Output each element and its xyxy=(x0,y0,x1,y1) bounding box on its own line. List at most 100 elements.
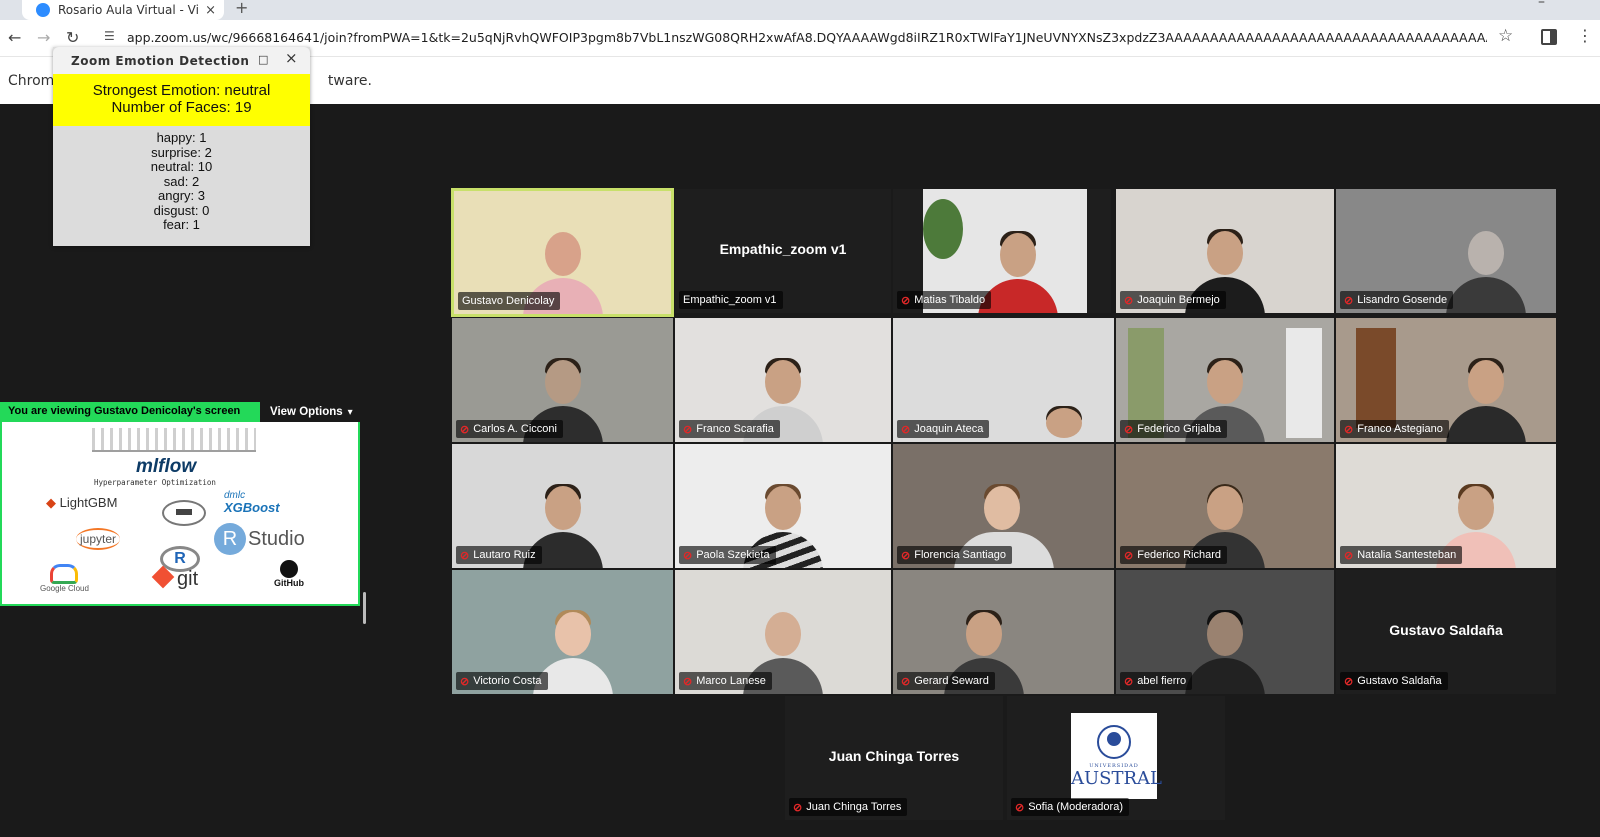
git-logo: git xyxy=(151,565,198,591)
close-icon[interactable]: × xyxy=(285,49,298,67)
participant-name: ⊘ Matias Tibaldo xyxy=(897,291,992,309)
muted-mic-icon: ⊘ xyxy=(683,675,693,688)
view-options-button[interactable]: View Options ▾ xyxy=(260,402,360,422)
participant-name: ⊘ Victorio Costa xyxy=(456,672,548,690)
strongest-emotion-text: Strongest Emotion: neutral xyxy=(92,82,271,99)
view-options-label: View Options xyxy=(270,406,343,418)
participant-name: ⊘ Carlos A. Cicconi xyxy=(456,420,563,438)
chrome-menu-icon[interactable]: ⋮ xyxy=(1577,26,1593,45)
muted-mic-icon: ⊘ xyxy=(1124,675,1134,688)
logo-tile-sofia-moderadora[interactable]: UNIVERSIDAD AUSTRAL ⊘ Sofia (Moderadora) xyxy=(1006,695,1226,821)
site-settings-icon[interactable]: ☰ xyxy=(104,29,118,43)
universidad-austral-logo: UNIVERSIDAD AUSTRAL xyxy=(1071,713,1163,799)
forward-arrow-icon[interactable]: → xyxy=(37,28,50,47)
participant-display-name: Empathic_zoom v1 xyxy=(719,241,847,257)
tab-close-icon[interactable]: × xyxy=(205,3,216,18)
video-tile-matias-tibaldo[interactable]: ⊘ Matias Tibaldo xyxy=(892,188,1112,314)
video-tile-florencia-santiago[interactable]: ⊘ Florencia Santiago xyxy=(892,443,1115,569)
video-tile-joaquin-bermejo[interactable]: ⊘ Joaquin Bermejo xyxy=(1115,188,1335,314)
participant-name: Empathic_zoom v1 xyxy=(679,291,783,309)
optuna-logo xyxy=(162,500,206,526)
name-tile-empathic-zoom[interactable]: Empathic_zoom v1 Empathic_zoom v1 xyxy=(674,188,892,314)
video-tile-marco-lanese[interactable]: ⊘ Marco Lanese xyxy=(674,569,892,695)
participant-name: ⊘ Paola Szekieta xyxy=(679,546,776,564)
video-tile-federico-richard[interactable]: ⊘ Federico Richard xyxy=(1115,443,1335,569)
video-tile-natalia-santesteban[interactable]: ⊘ Natalia Santesteban xyxy=(1335,443,1557,569)
participant-name: Gustavo Denicolay xyxy=(458,292,561,310)
muted-mic-icon: ⊘ xyxy=(1124,423,1134,436)
video-tile-federico-grijalba[interactable]: ⊘ Federico Grijalba xyxy=(1115,317,1335,443)
new-tab-icon[interactable]: + xyxy=(235,0,248,17)
chevron-down-icon: ▾ xyxy=(347,406,353,418)
participant-name: ⊘ Sofia (Moderadora) xyxy=(1011,798,1129,816)
video-tile-joaquin-ateca[interactable]: ⊘ Joaquin Ateca xyxy=(892,317,1115,443)
participant-video xyxy=(1446,223,1526,313)
emotion-count-angry: angry: 3 xyxy=(158,188,205,203)
emotion-count-disgust: disgust: 0 xyxy=(153,202,210,218)
muted-mic-icon: ⊘ xyxy=(1015,801,1025,814)
emotion-count-fear: fear: 1 xyxy=(163,217,200,232)
sketch-illustration xyxy=(92,428,256,452)
name-tile-juan-chinga-torres[interactable]: Juan Chinga Torres ⊘ Juan Chinga Torres xyxy=(784,695,1004,821)
emotion-count-surprise: surprise: 2 xyxy=(151,144,212,160)
participant-name: ⊘ abel fierro xyxy=(1120,672,1193,690)
participant-name: ⊘ Florencia Santiago xyxy=(897,546,1012,564)
participant-name: ⊘ Federico Grijalba xyxy=(1120,420,1227,438)
muted-mic-icon: ⊘ xyxy=(460,423,470,436)
participant-video xyxy=(1024,402,1104,442)
name-tile-gustavo-saldana[interactable]: Gustavo Saldaña ⊘ Gustavo Saldaña xyxy=(1335,569,1557,695)
video-tile-franco-scarafia[interactable]: ⊘ Franco Scarafia xyxy=(674,317,892,443)
github-logo: GitHub xyxy=(274,560,304,588)
video-tile-franco-astegiano[interactable]: ⊘ Franco Astegiano xyxy=(1335,317,1557,443)
video-tile-lautaro-ruiz[interactable]: ⊘ Lautaro Ruiz xyxy=(451,443,674,569)
video-tile-lisandro-gosende[interactable]: ⊘ Lisandro Gosende xyxy=(1335,188,1557,314)
participant-name: ⊘ Lisandro Gosende xyxy=(1340,291,1454,309)
participant-name: ⊘ Marco Lanese xyxy=(679,672,772,690)
participant-name: ⊘ Franco Scarafia xyxy=(679,420,780,438)
jupyter-logo: jupyter xyxy=(76,528,121,550)
muted-mic-icon: ⊘ xyxy=(793,801,803,814)
emotion-window-title: Zoom Emotion Detection xyxy=(71,54,250,68)
video-tile-carlos-cicconi[interactable]: ⊘ Carlos A. Cicconi xyxy=(451,317,674,443)
muted-mic-icon: ⊘ xyxy=(460,549,470,562)
participant-name: ⊘ Federico Richard xyxy=(1120,546,1227,564)
emotion-window-titlebar[interactable]: Zoom Emotion Detection – □ × xyxy=(53,47,310,74)
muted-mic-icon: ⊘ xyxy=(1124,294,1134,307)
lightgbm-logo: ◆ LightGBM xyxy=(46,495,118,510)
infobar-suffix: tware. xyxy=(327,73,372,89)
video-tile-abel-fierro[interactable]: ⊘ abel fierro xyxy=(1115,569,1335,695)
video-tile-gerard-seward[interactable]: ⊘ Gerard Seward xyxy=(892,569,1115,695)
video-tile-gustavo-denicolay[interactable]: Gustavo Denicolay xyxy=(451,188,674,317)
side-panel-icon[interactable] xyxy=(1541,29,1557,45)
participant-display-name: Gustavo Saldaña xyxy=(1389,622,1503,638)
participant-name: ⊘ Juan Chinga Torres xyxy=(789,798,908,816)
window-minimize-icon[interactable]: – xyxy=(1538,0,1545,10)
viewing-screen-text: You are viewing Gustavo Denicolay's scre… xyxy=(8,405,241,417)
muted-mic-icon: ⊘ xyxy=(901,549,911,562)
minimize-icon[interactable]: – xyxy=(232,51,239,66)
emotion-count-list: happy: 1 surprise: 2 neutral: 10 sad: 2 … xyxy=(53,130,310,233)
screen-share-panel[interactable]: You are viewing Gustavo Denicolay's scre… xyxy=(0,402,360,606)
participant-display-name: Juan Chinga Torres xyxy=(828,748,960,764)
video-tile-victorio-costa[interactable]: ⊘ Victorio Costa xyxy=(451,569,674,695)
participant-name: ⊘ Gerard Seward xyxy=(897,672,995,690)
shared-screen-content: mlflow Hyperparameter Optimization ◆ Lig… xyxy=(0,422,360,606)
bookmark-star-icon[interactable]: ☆ xyxy=(1498,26,1513,46)
screen-share-banner: You are viewing Gustavo Denicolay's scre… xyxy=(0,402,260,422)
austral-tree-icon xyxy=(1097,725,1131,759)
tab-title: Rosario Aula Virtual - Vi xyxy=(58,3,199,17)
browser-tab[interactable]: Rosario Aula Virtual - Vi × xyxy=(22,0,224,20)
reload-icon[interactable]: ↻ xyxy=(66,28,79,47)
maximize-icon[interactable]: □ xyxy=(258,53,268,66)
mlflow-logo: mlflow xyxy=(136,456,197,477)
video-tile-paola-szekieta[interactable]: ⊘ Paola Szekieta xyxy=(674,443,892,569)
muted-mic-icon: ⊘ xyxy=(1344,294,1354,307)
octocat-icon xyxy=(280,560,298,578)
muted-mic-icon: ⊘ xyxy=(1124,549,1134,562)
address-bar[interactable]: app.zoom.us/wc/96668164641/join?fromPWA=… xyxy=(127,30,1487,45)
austral-word-text: AUSTRAL xyxy=(1071,768,1163,789)
muted-mic-icon: ⊘ xyxy=(460,675,470,688)
emotion-detection-window[interactable]: Zoom Emotion Detection – □ × Strongest E… xyxy=(53,47,310,246)
back-arrow-icon[interactable]: ← xyxy=(8,28,21,47)
share-panel-resize-handle[interactable] xyxy=(363,592,366,624)
